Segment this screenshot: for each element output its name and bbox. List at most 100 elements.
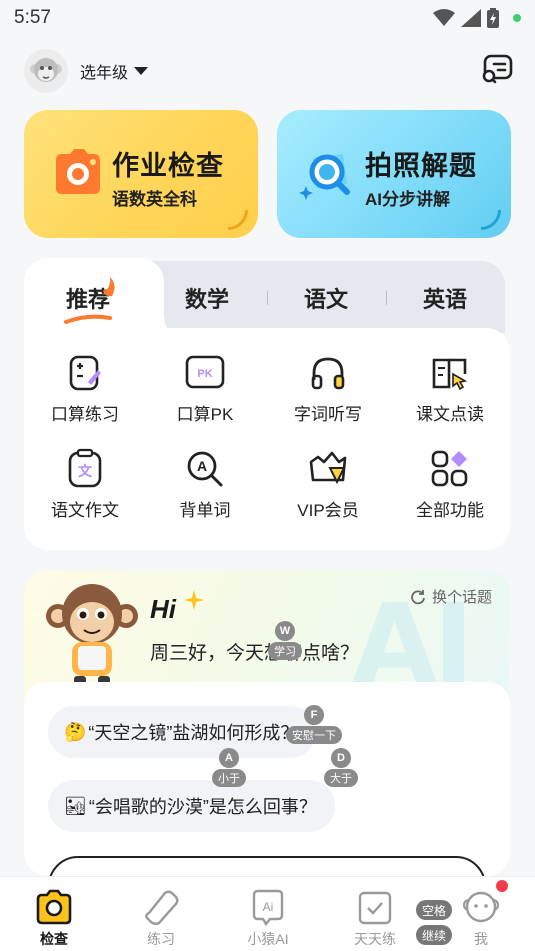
card-subtitle: AI分步讲解 [365, 190, 450, 209]
nav-check[interactable]: 检查 [14, 887, 94, 949]
nav-daily[interactable]: 天天练 [335, 887, 415, 949]
suggestion-text: “天空之镜”盐湖如何形成？ [88, 723, 299, 743]
card-title: 作业检查 [112, 151, 224, 181]
status-time: 5:57 [14, 7, 51, 28]
pencil-tag-icon [145, 890, 179, 925]
suggestion-text: “会唱歌的沙漠”是怎么回事？ [88, 797, 317, 817]
feature-label: 口算练习 [51, 405, 119, 424]
pk-icon: PK [185, 355, 225, 389]
tab-math[interactable]: 数学 [185, 282, 229, 314]
ai-suggestions-panel: 🤔 “天空之镜”盐湖如何形成？ 🏜 “会唱歌的沙漠”是怎么回事？ [24, 682, 510, 876]
features-panel: 口算练习 PK 口算PK 字词听写 课文点读 文 语文作文 A 背单词 VIP会… [24, 328, 510, 550]
refresh-icon [411, 589, 425, 604]
sparkle-icon [184, 590, 204, 610]
nav-label: 天天练 [354, 931, 396, 947]
hi-text: Hi [150, 594, 176, 624]
chevron-down-icon [134, 67, 149, 75]
flame-icon [103, 277, 115, 297]
status-dot [513, 14, 521, 22]
status-bar: 5:57 [0, 0, 535, 36]
feature-label: 口算PK [176, 405, 234, 424]
feature-calc-practice[interactable]: 口算练习 [30, 352, 140, 425]
profile-face-icon [462, 891, 500, 923]
shortcut-hint-f: F 安慰一下 [286, 705, 342, 744]
battery-icon [487, 8, 499, 28]
homework-check-card[interactable]: 作业检查 语数英全科 [24, 110, 258, 238]
feature-vocab[interactable]: A 背单词 [150, 448, 260, 521]
feature-label: 背单词 [179, 501, 231, 520]
avatar[interactable] [24, 49, 68, 93]
nav-practice[interactable]: 练习 [121, 887, 201, 949]
grade-label: 选年级 [80, 65, 129, 82]
magnifier-icon [299, 154, 350, 200]
status-icons [433, 8, 521, 28]
nav-me[interactable]: 我 [441, 887, 521, 949]
ai-chat-icon: Ai [252, 889, 284, 927]
shortcut-key: D [331, 748, 351, 768]
shortcut-hint-a: A 小于 [212, 748, 246, 787]
signal-icon [461, 9, 481, 27]
refresh-label: 换个话题 [431, 589, 492, 606]
suggestion-chip[interactable]: 🤔 “天空之镜”盐湖如何形成？ [48, 706, 317, 758]
tab-divider [267, 291, 268, 305]
nav-label: 我 [474, 931, 488, 947]
tab-divider [386, 291, 387, 305]
nav-label: 练习 [147, 931, 175, 947]
feature-text-read[interactable]: 课文点读 [395, 352, 505, 425]
headphones-icon [311, 357, 345, 390]
camera-nav-icon [36, 889, 72, 925]
grade-select[interactable]: 选年级 [80, 59, 149, 83]
header: 选年级 [24, 48, 514, 94]
monkey-mascot-icon [46, 584, 138, 688]
svg-text:A: A [197, 458, 207, 474]
monkey-avatar-icon [30, 58, 62, 82]
grid-icon [431, 450, 468, 487]
photo-solve-card[interactable]: 拍照解题 AI分步讲解 [277, 110, 511, 238]
ai-chat-card: AI Hi 周三好，今天想聊点啥？ 换个话题 🤔 “天空之镜”盐湖如何形成？ 🏜… [24, 570, 510, 876]
card-title: 拍照解题 [365, 151, 477, 181]
corner-arc [228, 210, 248, 230]
feature-vip[interactable]: VIP会员 [273, 448, 383, 521]
camera-icon [56, 149, 100, 194]
shortcut-hint-d: D 大于 [324, 748, 358, 787]
feature-essay[interactable]: 文 语文作文 [30, 448, 140, 521]
space-key-pill: 空格 [416, 900, 452, 920]
feature-all[interactable]: 全部功能 [395, 448, 505, 521]
shortcut-label: 小于 [212, 769, 246, 787]
feature-calc-pk[interactable]: PK 口算PK [150, 352, 260, 425]
nav-label: 小猿AI [247, 931, 289, 947]
tab-english[interactable]: 英语 [423, 282, 467, 314]
feature-label: 语文作文 [51, 501, 119, 520]
shortcut-key: A [219, 748, 239, 768]
feature-label: 字词听写 [294, 405, 362, 424]
feature-label: VIP会员 [297, 501, 359, 520]
suggestion-chip[interactable]: 🏜 “会唱歌的沙漠”是怎么回事？ [48, 780, 335, 832]
check-calendar-icon [358, 891, 392, 925]
book-point-icon [432, 358, 468, 391]
refresh-topic-button[interactable]: 换个话题 [410, 586, 492, 607]
notification-dot [496, 880, 508, 892]
wifi-icon [433, 9, 455, 26]
feature-dictation[interactable]: 字词听写 [273, 352, 383, 425]
calc-practice-icon [69, 355, 101, 391]
shortcut-label: 安慰一下 [286, 726, 342, 744]
shortcut-key: F [304, 705, 324, 725]
desert-emoji-icon: 🏜 [64, 795, 87, 816]
shortcut-label: 学习 [268, 642, 302, 660]
svg-text:文: 文 [78, 463, 93, 480]
continue-key-pill: 继续 [416, 925, 452, 945]
card-subtitle: 语数英全科 [112, 190, 197, 209]
shortcut-hint-w: W 学习 [268, 621, 302, 660]
svg-text:Ai: Ai [263, 900, 274, 914]
bottom-nav: 检查 练习 Ai 小猿AI 天天练 我 [0, 876, 535, 951]
greeting-text: 周三好，今天想聊点啥？ [150, 643, 360, 664]
ask-input[interactable] [48, 856, 486, 876]
feature-label: 课文点读 [416, 405, 484, 424]
chat-search-icon[interactable] [480, 52, 514, 86]
svg-text:PK: PK [197, 368, 212, 380]
nav-label: 检查 [40, 931, 68, 947]
corner-arc [481, 210, 501, 230]
tab-chinese[interactable]: 语文 [304, 282, 348, 314]
nav-ai[interactable]: Ai 小猿AI [228, 887, 308, 949]
feature-label: 全部功能 [416, 501, 484, 520]
